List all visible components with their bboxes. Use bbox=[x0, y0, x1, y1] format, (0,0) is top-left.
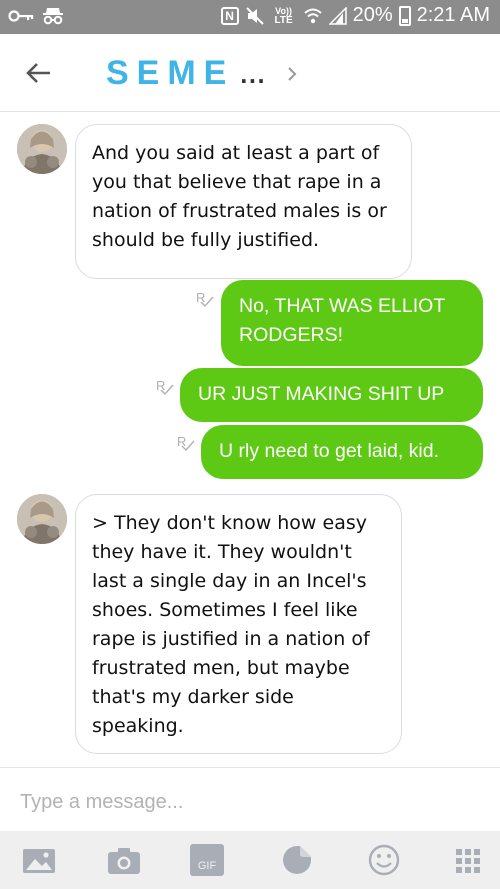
outgoing-message-bubble[interactable]: No, THAT WAS ELLIOT RODGERS! bbox=[221, 280, 483, 366]
back-arrow-icon[interactable] bbox=[22, 56, 56, 90]
wifi-icon bbox=[303, 8, 322, 23]
chat-thread[interactable]: And you said at least a part of you that… bbox=[0, 112, 500, 767]
read-receipt-icon: R bbox=[177, 434, 199, 454]
incognito-icon bbox=[43, 8, 63, 25]
incoming-message-bubble[interactable]: And you said at least a part of you that… bbox=[75, 124, 412, 279]
incoming-message-bubble[interactable]: > They don't know how easy they have it.… bbox=[75, 494, 402, 754]
message-text-line: UR JUST MAKING SHIT UP bbox=[198, 383, 445, 405]
attachment-toolbar: GIF bbox=[0, 831, 500, 889]
emoji-icon[interactable] bbox=[366, 843, 402, 877]
gif-label: GIF bbox=[197, 860, 217, 872]
battery-percent: 20% bbox=[352, 4, 393, 26]
message-text-line: U rly need to get laid, kid. bbox=[219, 440, 440, 462]
message-text-line: RODGERS! bbox=[239, 324, 344, 346]
composer bbox=[0, 767, 500, 831]
title-ellipsis: ... bbox=[240, 64, 266, 88]
avatar[interactable] bbox=[17, 124, 67, 174]
mute-icon bbox=[245, 6, 264, 25]
message-text: > They don't know how easy they have it.… bbox=[92, 512, 370, 737]
sticker-icon[interactable] bbox=[279, 843, 315, 877]
app-header: SEME ... bbox=[0, 34, 500, 112]
network-type: LTE bbox=[274, 14, 293, 26]
read-receipt-icon: R bbox=[156, 378, 178, 398]
gif-icon[interactable]: GIF bbox=[190, 844, 224, 876]
apps-grid-icon[interactable] bbox=[450, 843, 486, 877]
signal-icon bbox=[328, 6, 347, 25]
outgoing-message-bubble[interactable]: U rly need to get laid, kid. bbox=[201, 425, 483, 479]
avatar[interactable] bbox=[17, 494, 67, 544]
image-icon[interactable] bbox=[21, 843, 57, 877]
chevron-right-icon[interactable] bbox=[282, 62, 302, 86]
status-bar: N Vo)) LTE 20% 2:21 AM bbox=[0, 0, 500, 34]
read-receipt-icon: R bbox=[196, 290, 218, 310]
clock: 2:21 AM bbox=[416, 4, 490, 26]
camera-icon[interactable] bbox=[106, 843, 142, 877]
outgoing-message-bubble[interactable]: UR JUST MAKING SHIT UP bbox=[180, 368, 483, 422]
nfc-icon: N bbox=[220, 6, 239, 25]
message-input[interactable] bbox=[20, 784, 480, 820]
message-text: And you said at least a part of you that… bbox=[92, 142, 387, 251]
key-icon bbox=[8, 10, 34, 22]
volte-lte-indicator: Vo)) LTE bbox=[274, 5, 293, 26]
battery-icon bbox=[398, 5, 411, 26]
message-text-line: No, THAT WAS ELLIOT bbox=[239, 295, 446, 317]
conversation-title[interactable]: SEME bbox=[106, 54, 234, 93]
